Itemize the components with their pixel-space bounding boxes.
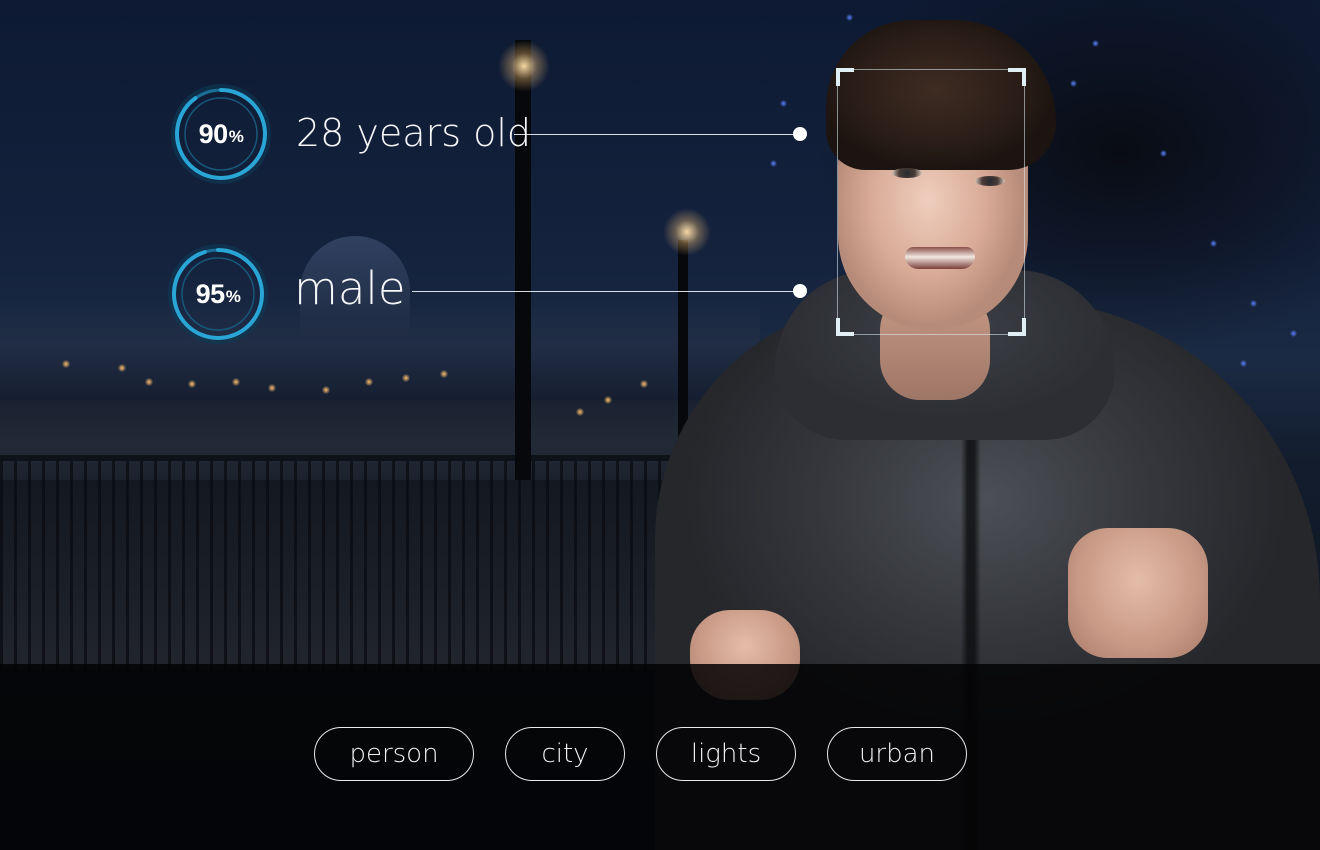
lamp-post xyxy=(515,40,531,480)
age-connector-dot xyxy=(793,127,807,141)
tag-lights[interactable]: lights xyxy=(656,727,796,781)
city-light xyxy=(62,360,70,368)
tag-list: person city lights urban xyxy=(0,727,1320,781)
city-light xyxy=(402,374,410,382)
city-light xyxy=(604,396,612,404)
city-light xyxy=(576,408,584,416)
city-light xyxy=(268,384,276,392)
gender-confidence-value: 95% xyxy=(166,242,270,346)
confidence-number: 90 xyxy=(198,118,229,149)
face-analysis-scene: 90% 28 years old 95% male person city li… xyxy=(0,0,1320,850)
age-label: 28 years old xyxy=(296,111,532,155)
tag-person[interactable]: person xyxy=(314,727,474,781)
tree-light xyxy=(1240,360,1247,367)
person-hand xyxy=(1068,528,1208,658)
gender-connector-line xyxy=(412,291,800,292)
tree-light xyxy=(780,100,787,107)
tree-light xyxy=(1290,330,1297,337)
riverside-railing xyxy=(0,455,690,671)
face-detection-box xyxy=(836,68,1026,336)
city-light xyxy=(145,378,153,386)
bracket-corner-bottom-right xyxy=(1008,318,1026,336)
confidence-unit: % xyxy=(228,127,244,146)
tree-light xyxy=(1210,240,1217,247)
gender-label: male xyxy=(294,262,406,315)
street-lamp-light xyxy=(663,208,711,256)
street-lamp-light xyxy=(498,40,550,92)
bracket-corner-top-right xyxy=(1008,68,1026,86)
tag-urban[interactable]: urban xyxy=(827,727,967,781)
city-skyline xyxy=(0,300,760,410)
age-confidence-value: 90% xyxy=(169,82,273,186)
tree-light xyxy=(846,14,853,21)
city-light xyxy=(365,378,373,386)
gender-connector-dot xyxy=(793,284,807,298)
city-light xyxy=(640,380,648,388)
confidence-number: 95 xyxy=(195,278,226,309)
bracket-corner-bottom-left xyxy=(836,318,854,336)
age-connector-line xyxy=(514,134,800,135)
tree-light xyxy=(1250,300,1257,307)
bracket-corner-top-left xyxy=(836,68,854,86)
gender-confidence-ring: 95% xyxy=(166,242,270,346)
confidence-unit: % xyxy=(225,287,241,306)
tree-light xyxy=(1092,40,1099,47)
city-light xyxy=(118,364,126,372)
tree-light xyxy=(1070,80,1077,87)
tree-light xyxy=(1160,150,1167,157)
city-light xyxy=(232,378,240,386)
age-confidence-ring: 90% xyxy=(169,82,273,186)
tree-light xyxy=(770,160,777,167)
tag-city[interactable]: city xyxy=(505,727,625,781)
city-light xyxy=(440,370,448,378)
city-light xyxy=(188,380,196,388)
city-light xyxy=(322,386,330,394)
